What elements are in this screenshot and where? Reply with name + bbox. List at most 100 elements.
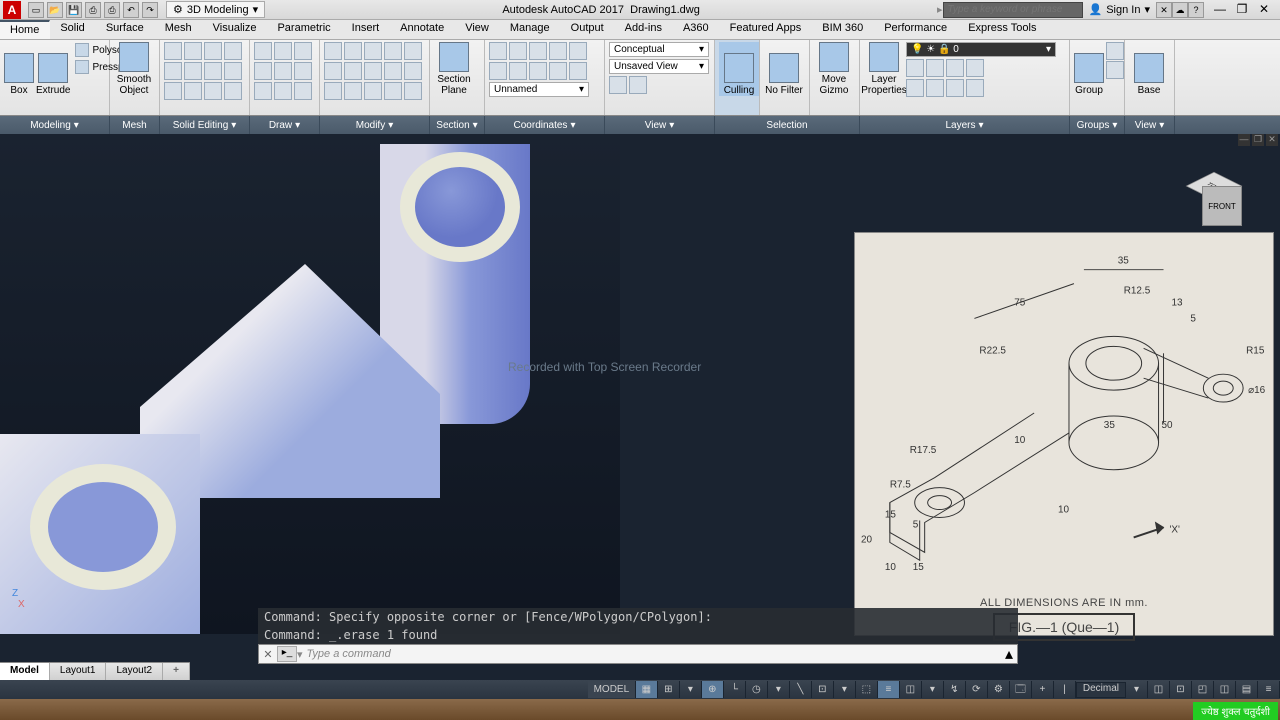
panel-label[interactable]: Coordinates ▾ — [485, 116, 605, 134]
offset-icon[interactable] — [344, 82, 362, 100]
nofilter-button[interactable]: No Filter — [764, 42, 804, 96]
thicken-icon[interactable] — [164, 62, 182, 80]
ucs-view-icon[interactable] — [569, 62, 587, 80]
panel-label[interactable]: Layers ▾ — [860, 116, 1070, 134]
tab-featured[interactable]: Featured Apps — [720, 20, 813, 39]
viewport-maximize-icon[interactable]: ❐ — [1252, 134, 1264, 146]
qat-new-icon[interactable]: ▭ — [28, 2, 44, 18]
tab-mesh[interactable]: Mesh — [155, 20, 203, 39]
groupedit-icon[interactable] — [1106, 61, 1124, 79]
shell-icon[interactable] — [204, 62, 222, 80]
iso-icon[interactable]: ◰ — [1192, 681, 1214, 698]
viewport-close-icon[interactable]: ✕ — [1266, 134, 1278, 146]
imprint-icon[interactable] — [184, 62, 202, 80]
quickprops-icon[interactable]: ◫ — [1148, 681, 1170, 698]
intersect-icon[interactable] — [204, 42, 222, 60]
infer-icon[interactable]: ▾ — [680, 681, 702, 698]
calendar-widget[interactable]: ज्येष्ठ शुक्ल चतुर्दशी — [1193, 702, 1278, 720]
viewcube-front[interactable]: FRONT — [1202, 186, 1242, 226]
tab-annotate[interactable]: Annotate — [390, 20, 455, 39]
tab-parametric[interactable]: Parametric — [267, 20, 341, 39]
polar-icon[interactable]: ◷ — [746, 681, 768, 698]
qat-undo-icon[interactable]: ↶ — [123, 2, 139, 18]
ucs-x-icon[interactable] — [489, 62, 507, 80]
tpy-dd-icon[interactable]: ▾ — [922, 681, 944, 698]
layer-match-icon[interactable] — [966, 59, 984, 77]
tab-insert[interactable]: Insert — [342, 20, 391, 39]
ellipse-icon[interactable] — [274, 82, 292, 100]
layer-off-icon[interactable] — [906, 59, 924, 77]
array-icon[interactable] — [384, 62, 402, 80]
arc-icon[interactable] — [254, 62, 272, 80]
osnap-icon[interactable]: ⊡ — [812, 681, 834, 698]
tab-express[interactable]: Express Tools — [958, 20, 1047, 39]
fillet-icon[interactable] — [364, 62, 382, 80]
tpy-icon[interactable]: ◫ — [900, 681, 922, 698]
helix-icon[interactable] — [294, 82, 312, 100]
visual-style-dropdown[interactable]: Conceptual▾ — [609, 42, 709, 57]
window-minimize-button[interactable]: — — [1210, 2, 1230, 18]
mirror-icon[interactable] — [324, 62, 342, 80]
view-dropdown[interactable]: Unsaved View▾ — [609, 59, 709, 74]
explode-icon[interactable] — [324, 82, 342, 100]
panel-label[interactable]: View ▾ — [605, 116, 715, 134]
isodraft-icon[interactable]: ╲ — [790, 681, 812, 698]
panel-label[interactable]: Modeling ▾ — [0, 116, 110, 134]
app-logo[interactable]: A — [3, 1, 21, 19]
qat-open-icon[interactable]: 📂 — [47, 2, 63, 18]
subtract-icon[interactable] — [184, 42, 202, 60]
ucs-z-icon[interactable] — [529, 42, 547, 60]
layer-thaw-icon[interactable] — [926, 79, 944, 97]
rotate3d-icon[interactable] — [384, 82, 402, 100]
layout-tab-add[interactable]: + — [163, 663, 190, 680]
customize-icon[interactable]: ≡ — [1258, 681, 1280, 698]
rect-icon[interactable] — [274, 62, 292, 80]
stretch-icon[interactable] — [364, 42, 382, 60]
tab-a360[interactable]: A360 — [673, 20, 720, 39]
tab-bim360[interactable]: BIM 360 — [812, 20, 874, 39]
ucs-world-icon[interactable] — [569, 42, 587, 60]
window-close-button[interactable]: ✕ — [1254, 2, 1274, 18]
layer-freeze-icon[interactable] — [926, 59, 944, 77]
qat-redo-icon[interactable]: ↷ — [142, 2, 158, 18]
tab-output[interactable]: Output — [561, 20, 615, 39]
extrude-button[interactable]: Extrude — [36, 42, 70, 96]
rotate-icon[interactable] — [384, 42, 402, 60]
ucs-face-icon[interactable] — [509, 42, 527, 60]
viewport-icon[interactable] — [609, 76, 627, 94]
workspace-switcher[interactable]: ⚙ 3D Modeling ▾ — [166, 1, 265, 18]
layerprops-button[interactable]: Layer Properties — [864, 42, 904, 96]
panel-label[interactable]: Draw ▾ — [250, 116, 320, 134]
panel-label[interactable]: Solid Editing ▾ — [160, 116, 250, 134]
panel-label[interactable]: Selection — [715, 116, 860, 134]
extract-icon[interactable] — [204, 82, 222, 100]
lock-ui-icon[interactable]: ⊡ — [1170, 681, 1192, 698]
ucs-obj-icon[interactable] — [549, 62, 567, 80]
layout-tab-model[interactable]: Model — [0, 663, 50, 680]
tab-surface[interactable]: Surface — [96, 20, 155, 39]
plus-icon[interactable]: + — [1032, 681, 1054, 698]
circle-icon[interactable] — [294, 42, 312, 60]
grid-toggle-icon[interactable]: ▦ — [636, 681, 658, 698]
dducs-icon[interactable]: ↯ — [944, 681, 966, 698]
exchange-icon[interactable]: ✕ — [1156, 2, 1172, 18]
ucs-zz-icon[interactable] — [529, 62, 547, 80]
point-icon[interactable] — [294, 62, 312, 80]
workspace-icon[interactable]: ⚙ — [988, 681, 1010, 698]
scale-icon[interactable] — [344, 62, 362, 80]
window-maximize-button[interactable]: ❐ — [1232, 2, 1252, 18]
a360-icon[interactable]: ☁ — [1172, 2, 1188, 18]
ucs-icon[interactable] — [489, 42, 507, 60]
viewport-minimize-icon[interactable]: — — [1238, 134, 1250, 146]
group-button[interactable]: Group — [1074, 42, 1104, 96]
tab-view[interactable]: View — [455, 20, 500, 39]
ucs-y-icon[interactable] — [509, 62, 527, 80]
base-button[interactable]: Base — [1129, 42, 1169, 96]
tab-manage[interactable]: Manage — [500, 20, 561, 39]
align-icon[interactable] — [364, 82, 382, 100]
taper-icon[interactable] — [184, 82, 202, 100]
lwt-icon[interactable]: ≡ — [878, 681, 900, 698]
section-button[interactable]: Section Plane — [434, 42, 474, 96]
line-icon[interactable] — [254, 42, 272, 60]
panel-label[interactable]: View ▾ — [1125, 116, 1175, 134]
